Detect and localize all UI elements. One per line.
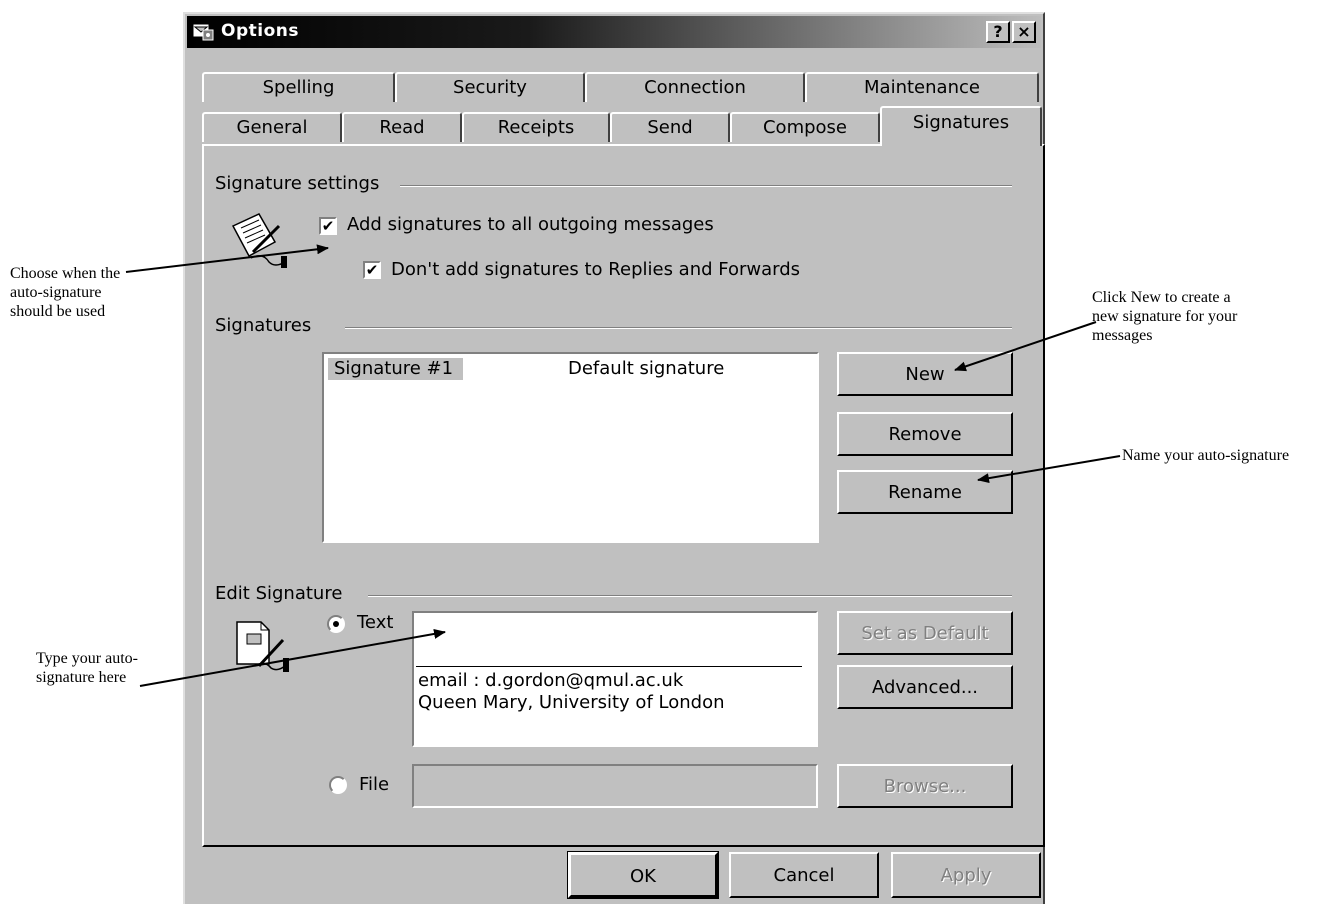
edit-signature-label: Edit Signature <box>215 583 351 604</box>
tab-compose[interactable]: Compose <box>730 112 880 142</box>
tab-spelling[interactable]: Spelling <box>202 72 395 102</box>
signature-name: Signature #1 <box>328 358 464 380</box>
cancel-button[interactable]: Cancel <box>729 852 879 898</box>
signature-rule <box>416 666 802 667</box>
annotation-when: Choose when the auto-signature should be… <box>10 265 121 320</box>
signatures-list[interactable]: Signature #1 Default signature <box>322 352 819 543</box>
help-button[interactable]: ? <box>986 21 1010 43</box>
signatures-group-label: Signatures <box>215 315 320 336</box>
annotation-type: Type your auto- signature here <box>36 650 138 686</box>
tab-signatures[interactable]: Signatures <box>880 106 1042 146</box>
file-radio-label: File <box>359 774 390 795</box>
list-item[interactable]: Signature #1 Default signature <box>328 358 813 380</box>
signature-settings-label: Signature settings <box>215 173 388 194</box>
signature-text-area[interactable]: email : d.gordon@qmul.ac.uk Queen Mary, … <box>412 611 818 747</box>
signature-text-line: Queen Mary, University of London <box>418 692 725 713</box>
text-radio[interactable] <box>327 615 345 633</box>
file-path-field[interactable] <box>412 764 818 808</box>
signature-pen-icon <box>231 213 287 268</box>
window-title: Options <box>221 21 299 41</box>
tab-general[interactable]: General <box>202 112 342 142</box>
title-bar[interactable]: Options ? × <box>187 16 1041 48</box>
new-button[interactable]: New <box>837 352 1013 396</box>
apply-button[interactable]: Apply <box>891 852 1041 898</box>
add-signatures-label: Add signatures to all outgoing messages <box>347 214 714 235</box>
no-replies-checkbox[interactable]: ✔ <box>363 261 381 279</box>
options-app-icon <box>192 23 214 41</box>
tab-read[interactable]: Read <box>342 112 462 142</box>
rename-button[interactable]: Rename <box>837 470 1013 514</box>
tab-maintenance[interactable]: Maintenance <box>805 72 1039 102</box>
advanced-button[interactable]: Advanced... <box>837 665 1013 709</box>
remove-button[interactable]: Remove <box>837 412 1013 456</box>
text-radio-label: Text <box>357 612 394 633</box>
tab-security[interactable]: Security <box>395 72 585 102</box>
file-radio[interactable] <box>329 776 347 794</box>
no-replies-label: Don't add signatures to Replies and Forw… <box>391 259 801 280</box>
browse-button[interactable]: Browse... <box>837 764 1013 808</box>
annotation-new: Click New to create a new signature for … <box>1092 289 1238 344</box>
tab-send[interactable]: Send <box>610 112 730 142</box>
ok-button[interactable]: OK <box>567 851 719 899</box>
tab-connection[interactable]: Connection <box>585 72 805 102</box>
signature-description: Default signature <box>568 358 725 379</box>
options-dialog: Options ? × Spelling Security Connection… <box>183 12 1045 904</box>
document-pen-icon <box>236 621 289 672</box>
set-as-default-button[interactable]: Set as Default <box>837 611 1013 655</box>
signature-text-line: email : d.gordon@qmul.ac.uk <box>418 670 684 691</box>
tab-receipts[interactable]: Receipts <box>462 112 610 142</box>
add-signatures-checkbox[interactable]: ✔ <box>319 217 337 235</box>
annotation-name: Name your auto-signature <box>1122 447 1290 464</box>
close-button[interactable]: × <box>1012 21 1036 43</box>
